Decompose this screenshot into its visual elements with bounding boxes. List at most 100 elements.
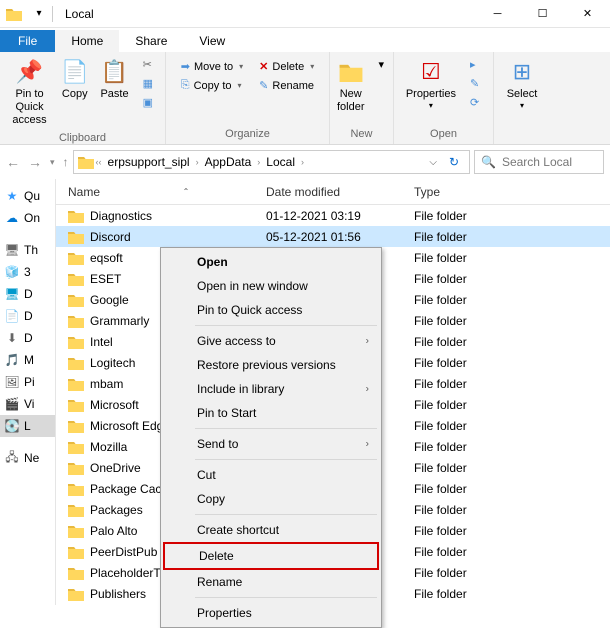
sidebar-item[interactable]: 🎵M bbox=[0, 349, 55, 371]
up-button[interactable]: ↑ bbox=[63, 155, 69, 169]
pin-icon: 📌 bbox=[16, 58, 43, 86]
file-row[interactable]: Discord05-12-2021 01:56File folder bbox=[56, 226, 610, 247]
rename-button[interactable]: ✎Rename bbox=[255, 77, 318, 94]
menu-include-library[interactable]: Include in library› bbox=[163, 377, 379, 401]
sidebar-icon: ⬇ bbox=[4, 330, 20, 346]
group-new-label: New bbox=[350, 128, 372, 142]
copy-button[interactable]: 📄 Copy bbox=[55, 54, 94, 105]
tab-view[interactable]: View bbox=[183, 30, 241, 52]
col-date[interactable]: Date modified bbox=[266, 185, 406, 199]
back-button[interactable]: ← bbox=[6, 154, 20, 170]
sidebar-item[interactable]: ☁On bbox=[0, 207, 55, 229]
menu-open[interactable]: Open bbox=[163, 250, 379, 274]
sidebar-item[interactable]: 🖥D bbox=[0, 283, 55, 305]
properties-button[interactable]: ☑ Properties▾ bbox=[400, 54, 462, 115]
menu-create-shortcut[interactable]: Create shortcut bbox=[163, 518, 379, 542]
sidebar-label: M bbox=[24, 353, 34, 367]
tab-share[interactable]: Share bbox=[119, 30, 183, 52]
sidebar-item[interactable]: 🎬 Vi bbox=[0, 393, 55, 415]
sidebar-label: Vi bbox=[24, 397, 34, 411]
paste-button[interactable]: 📋 Paste bbox=[94, 54, 134, 105]
sidebar-icon: 🖥 bbox=[4, 242, 20, 258]
sidebar-item[interactable]: ★Qu bbox=[0, 185, 55, 207]
new-item-icon[interactable]: ▾ bbox=[375, 56, 389, 73]
close-button[interactable]: ✕ bbox=[565, 0, 610, 28]
recent-button[interactable]: ▾ bbox=[50, 157, 55, 168]
copy-icon: 📄 bbox=[61, 58, 88, 86]
menu-pin-quick[interactable]: Pin to Quick access bbox=[163, 298, 379, 322]
sidebar-item[interactable]: 🖼Pi bbox=[0, 371, 55, 393]
breadcrumb[interactable]: AppData bbox=[201, 155, 256, 169]
sidebar-icon: 🎬 bbox=[4, 396, 20, 412]
file-name: Packages bbox=[90, 503, 143, 517]
pasteshortcut-icon[interactable]: ▣ bbox=[139, 94, 157, 111]
sidebar-label: Ne bbox=[24, 451, 39, 465]
menu-copy[interactable]: Copy bbox=[163, 487, 379, 511]
cut-icon[interactable]: ✂ bbox=[139, 56, 157, 73]
open-icon[interactable]: ▸ bbox=[466, 56, 483, 73]
menu-rename[interactable]: Rename bbox=[163, 570, 379, 594]
sidebar-item[interactable]: 🧊3 bbox=[0, 261, 55, 283]
sidebar-item[interactable]: 🖧Ne bbox=[0, 447, 55, 469]
sidebar-item[interactable]: 📄D bbox=[0, 305, 55, 327]
tab-home[interactable]: Home bbox=[55, 30, 119, 52]
delete-button[interactable]: ✕Delete▾ bbox=[255, 58, 318, 75]
moveto-button[interactable]: ➡Move to▾ bbox=[177, 58, 247, 75]
file-name: Grammarly bbox=[90, 314, 149, 328]
breadcrumb[interactable]: Local bbox=[262, 155, 299, 169]
sidebar-icon: ★ bbox=[4, 188, 20, 204]
menu-open-new-window[interactable]: Open in new window bbox=[163, 274, 379, 298]
group-clipboard-label: Clipboard bbox=[59, 132, 106, 146]
file-name: PeerDistPub bbox=[90, 545, 157, 559]
sidebar-label: D bbox=[24, 331, 33, 345]
context-menu: Open Open in new window Pin to Quick acc… bbox=[160, 247, 382, 628]
folder-icon bbox=[68, 461, 84, 475]
copyto-button[interactable]: ⎘Copy to▾ bbox=[177, 77, 247, 94]
col-name[interactable]: Name⌃ bbox=[56, 185, 266, 199]
sidebar-label: D bbox=[24, 309, 33, 323]
menu-send-to[interactable]: Send to› bbox=[163, 432, 379, 456]
chevron-right-icon: › bbox=[366, 439, 369, 450]
sidebar: ★Qu☁On🖥Th🧊3🖥D📄D⬇D🎵M🖼Pi🎬Vi💽L🖧Ne bbox=[0, 179, 56, 605]
file-type: File folder bbox=[406, 482, 610, 496]
pin-to-quick-button[interactable]: 📌 Pin to Quick access bbox=[4, 54, 55, 132]
copypath-icon[interactable]: ▦ bbox=[139, 75, 157, 92]
select-icon: ⊞ bbox=[513, 58, 531, 86]
breadcrumb[interactable]: erpsupport_sipl bbox=[104, 155, 194, 169]
refresh-button[interactable]: ↻ bbox=[443, 155, 465, 169]
chevron-right-icon: › bbox=[366, 336, 369, 347]
qat-item[interactable]: ▾ bbox=[33, 8, 45, 20]
menu-give-access[interactable]: Give access to› bbox=[163, 329, 379, 353]
menu-pin-start[interactable]: Pin to Start bbox=[163, 401, 379, 425]
path-dropdown[interactable]: ⌵ bbox=[423, 157, 443, 168]
file-type: File folder bbox=[406, 209, 610, 223]
paste-icon: 📋 bbox=[101, 58, 128, 86]
forward-button[interactable]: → bbox=[28, 154, 42, 170]
tab-file[interactable]: File bbox=[0, 30, 55, 52]
column-headers: Name⌃ Date modified Type bbox=[56, 179, 610, 205]
search-input[interactable]: 🔍 Search Local bbox=[474, 150, 604, 174]
select-button[interactable]: ⊞ Select▾ bbox=[501, 54, 544, 115]
file-name: ESET bbox=[90, 272, 121, 286]
maximize-button[interactable]: ☐ bbox=[520, 0, 565, 28]
menu-restore[interactable]: Restore previous versions bbox=[163, 353, 379, 377]
file-row[interactable]: Diagnostics01-12-2021 03:19File folder bbox=[56, 205, 610, 226]
path-box[interactable]: ‹‹ erpsupport_sipl› AppData› Local› ⌵ ↻ bbox=[73, 150, 470, 174]
file-name: eqsoft bbox=[90, 251, 123, 265]
col-type[interactable]: Type bbox=[406, 185, 610, 199]
minimize-button[interactable]: ─ bbox=[475, 0, 520, 28]
new-folder-button[interactable]: New folder bbox=[331, 54, 371, 118]
folder-icon bbox=[68, 398, 84, 412]
folder-icon bbox=[68, 440, 84, 454]
sidebar-icon: 💽 bbox=[4, 418, 20, 434]
menu-delete[interactable]: Delete bbox=[163, 542, 379, 570]
sidebar-item[interactable]: 💽L bbox=[0, 415, 55, 437]
history-icon[interactable]: ⟳ bbox=[466, 94, 483, 111]
file-type: File folder bbox=[406, 587, 610, 601]
file-type: File folder bbox=[406, 566, 610, 580]
sidebar-item[interactable]: 🖥Th bbox=[0, 239, 55, 261]
file-name: Google bbox=[90, 293, 129, 307]
edit-icon[interactable]: ✎ bbox=[466, 75, 483, 92]
sidebar-item[interactable]: ⬇D bbox=[0, 327, 55, 349]
menu-cut[interactable]: Cut bbox=[163, 463, 379, 487]
